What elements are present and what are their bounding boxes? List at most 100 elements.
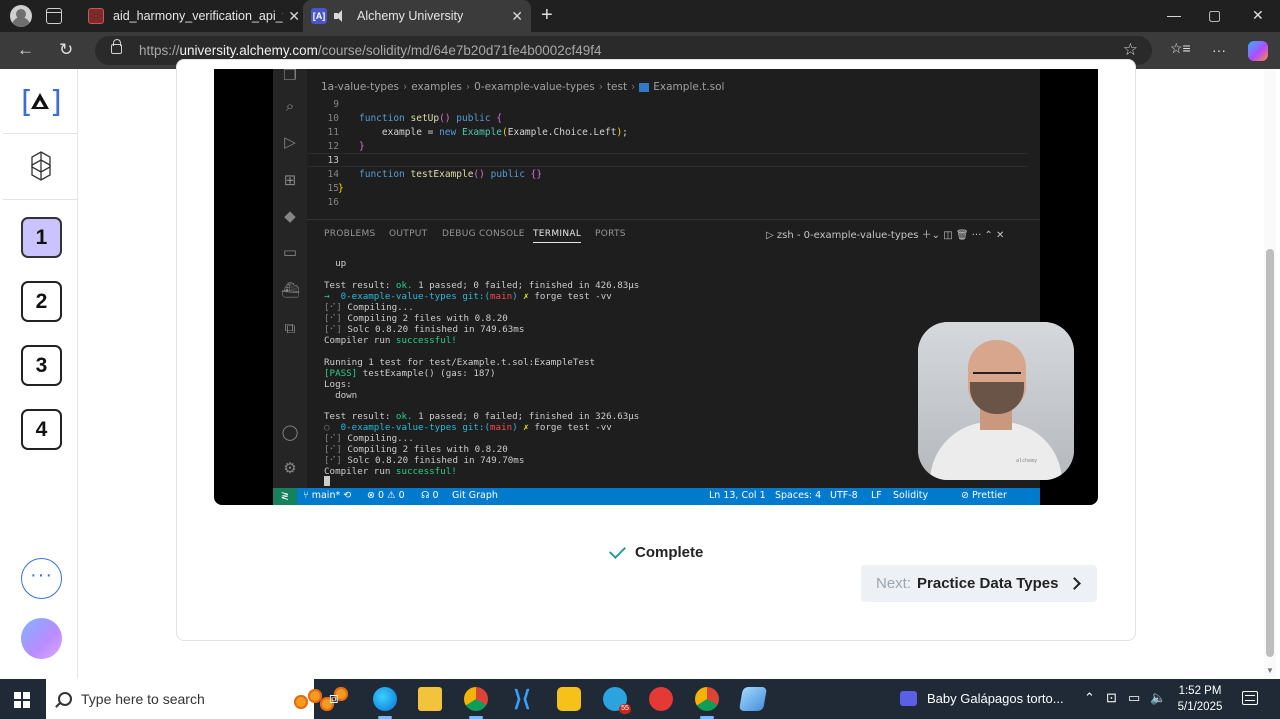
code-line: 15} bbox=[327, 183, 344, 194]
browser-tab-alchemy-university[interactable]: [A] Alchemy University ✕ bbox=[303, 0, 531, 32]
lock-icon[interactable] bbox=[111, 39, 122, 54]
close-window-button[interactable]: ✕ bbox=[1252, 7, 1264, 24]
terminal-prompt: → 0-example-value-types git:(main) ✗ for… bbox=[324, 291, 612, 302]
sidebar-divider bbox=[3, 133, 78, 134]
terminal-line: Test result: ok. 1 passed; 0 failed; fin… bbox=[324, 280, 640, 291]
next-lesson-button[interactable]: Next: Practice Data Types bbox=[861, 565, 1097, 602]
panel-tab-terminal: TERMINAL bbox=[533, 229, 582, 243]
now-playing-widget[interactable]: Baby Galápagos torto... bbox=[900, 691, 1064, 706]
wps-office-icon[interactable] bbox=[649, 687, 673, 711]
code-line: 12} bbox=[327, 141, 365, 152]
hexagon-network-icon[interactable] bbox=[31, 151, 51, 181]
search-icon bbox=[58, 692, 72, 706]
alchemy-favicon-icon: [A] bbox=[311, 8, 327, 24]
code-line: 16 bbox=[327, 197, 339, 208]
vscode-activity-bar: ❐ ⌕ ▷ ⊞ ◆ ▭ ⛴ ⧉ ◯ ⚙ bbox=[273, 69, 307, 488]
lesson-video[interactable]: ❐ ⌕ ▷ ⊞ ◆ ▭ ⛴ ⧉ ◯ ⚙ 1a-value-types › examp… bbox=[214, 69, 1098, 505]
system-clock[interactable]: 1:52 PM 5/1/2025 bbox=[1168, 683, 1232, 715]
terminal-line: Test result: ok. 1 passed; 0 failed; fin… bbox=[324, 411, 640, 422]
notepad-icon[interactable] bbox=[738, 687, 768, 711]
show-hidden-icons[interactable]: ⌃ bbox=[1084, 690, 1095, 706]
notifications-icon[interactable] bbox=[1242, 691, 1258, 705]
remote-explorer-icon: ⧉ bbox=[284, 319, 296, 337]
lesson-button-4[interactable]: 4 bbox=[21, 409, 62, 450]
code-line: 14 function testExample() public {} bbox=[327, 169, 543, 180]
page-scrollbar[interactable]: ▼ bbox=[1264, 69, 1276, 679]
complete-label: Complete bbox=[635, 544, 704, 561]
shirt-logo: alchemy bbox=[1016, 458, 1038, 464]
profile-avatar-icon[interactable] bbox=[10, 5, 32, 27]
explorer-icon: ❐ bbox=[283, 69, 297, 84]
alchemy-logo[interactable]: [ ] bbox=[21, 85, 62, 120]
user-avatar[interactable] bbox=[21, 618, 62, 659]
search-placeholder: Type here to search bbox=[81, 691, 205, 707]
git-graph: Git Graph bbox=[452, 490, 498, 501]
task-view-icon[interactable]: ⧈ bbox=[329, 690, 339, 707]
back-button[interactable]: ← bbox=[17, 40, 34, 60]
taskbar-search-box[interactable]: Type here to search bbox=[46, 679, 348, 719]
extensions-icon: ⊞ bbox=[283, 171, 297, 189]
problems-count: ⊗ 0 ⚠ 0 bbox=[367, 490, 405, 501]
terminal-name: ▷ zsh - 0-example-value-types ＋⌄ ◫ 🗑 ···… bbox=[766, 230, 1005, 241]
terminal-line: [⠊] Compiling... bbox=[324, 302, 414, 313]
terminal-line: [⠊] Compiling 2 files with 0.8.20 bbox=[324, 444, 508, 455]
chrome-profile-icon[interactable] bbox=[695, 687, 719, 711]
minimize-button[interactable]: — bbox=[1167, 7, 1181, 23]
run-debug-icon: ▷ bbox=[284, 133, 296, 151]
copilot-icon[interactable] bbox=[1248, 41, 1268, 61]
scrollbar-thumb[interactable] bbox=[1266, 249, 1274, 657]
file-explorer-icon[interactable] bbox=[418, 687, 442, 711]
close-tab-icon[interactable]: ✕ bbox=[511, 8, 523, 25]
terminal-line: Compiler run successful! bbox=[324, 335, 457, 346]
course-sidebar: [ ] 1 2 3 4 ··· bbox=[3, 69, 78, 679]
close-tab-icon[interactable]: ✕ bbox=[288, 8, 300, 25]
vscode-icon[interactable]: ⟩⟨ bbox=[510, 687, 534, 711]
refresh-button[interactable]: ↻ bbox=[59, 40, 73, 60]
code-line: 11 example = new Example(Example.Choice.… bbox=[327, 127, 628, 138]
search-highlight-flowers-icon bbox=[290, 685, 352, 715]
more-options-button[interactable]: ··· bbox=[21, 558, 62, 599]
lesson-button-1[interactable]: 1 bbox=[21, 217, 62, 258]
windows-start-icon[interactable] bbox=[14, 692, 30, 708]
lesson-button-3[interactable]: 3 bbox=[21, 345, 62, 386]
code-line: 10 function setUp() public { bbox=[327, 113, 503, 124]
lesson-button-2[interactable]: 2 bbox=[21, 281, 62, 322]
media-player-icon[interactable] bbox=[557, 687, 581, 711]
lesson-complete-status[interactable]: Complete bbox=[609, 542, 704, 561]
browser-tab-aid-harmony[interactable]: aid_harmony_verification_api_field ✕ bbox=[80, 0, 308, 32]
url-text: https://university.alchemy.com/course/so… bbox=[139, 43, 602, 58]
terminal-line: up bbox=[335, 258, 347, 269]
edge-browser-icon[interactable] bbox=[373, 687, 397, 711]
page-content: [ ] 1 2 3 4 ··· ❐ ⌕ ▷ ⊞ ◆ ▭ ⛴ ⧉ ◯ ⚙ 1a-v… bbox=[0, 59, 1280, 679]
scroll-down-icon[interactable]: ▼ bbox=[1266, 666, 1274, 675]
settings-gear-icon: ⚙ bbox=[283, 459, 297, 477]
maximize-button[interactable]: ▢ bbox=[1208, 7, 1221, 24]
cursor-position: Ln 13, Col 1 bbox=[709, 490, 766, 501]
remote-indicator-icon: ≷ bbox=[273, 488, 297, 505]
network-icon[interactable]: ⊡ bbox=[1106, 690, 1117, 706]
favorite-star-icon[interactable]: ☆ bbox=[1123, 40, 1138, 60]
new-tab-button[interactable]: + bbox=[541, 4, 553, 27]
media-play-icon bbox=[900, 691, 917, 706]
panel-tab-problems: PROBLEMS bbox=[324, 229, 376, 239]
tab-title: aid_harmony_verification_api_field bbox=[113, 9, 283, 23]
terminal-line: [PASS] testExample() (gas: 187) bbox=[324, 368, 496, 379]
git-branch: ⑂ main* ⟲ bbox=[303, 490, 352, 501]
docker-icon: ⛴ bbox=[281, 281, 301, 299]
tab-actions-icon[interactable] bbox=[46, 8, 62, 24]
volume-icon[interactable]: 🔈 bbox=[1150, 690, 1166, 706]
audio-playing-icon[interactable] bbox=[333, 9, 349, 23]
more-menu-icon[interactable]: ··· bbox=[1212, 42, 1226, 58]
vscode-status-bar: ≷ ⑂ main* ⟲ ⊗ 0 ⚠ 0 ☊ 0 Git Graph Ln 13,… bbox=[273, 488, 1040, 505]
encoding: UTF-8 bbox=[830, 490, 858, 501]
browser-tab-strip: aid_harmony_verification_api_field ✕ [A]… bbox=[0, 0, 1280, 32]
terminal-cursor bbox=[324, 476, 330, 486]
checkmark-icon bbox=[609, 542, 626, 559]
telegram-unread-badge: 55 bbox=[619, 704, 631, 714]
terminal-line: [⠊] Solc 0.8.20 finished in 749.63ms bbox=[324, 324, 525, 335]
battery-icon[interactable]: ▭ bbox=[1128, 690, 1140, 706]
search-icon: ⌕ bbox=[285, 97, 295, 115]
telegram-icon[interactable]: 55 bbox=[603, 687, 631, 714]
collections-icon[interactable]: ☆≡ bbox=[1170, 40, 1191, 57]
chrome-icon[interactable] bbox=[464, 687, 488, 711]
